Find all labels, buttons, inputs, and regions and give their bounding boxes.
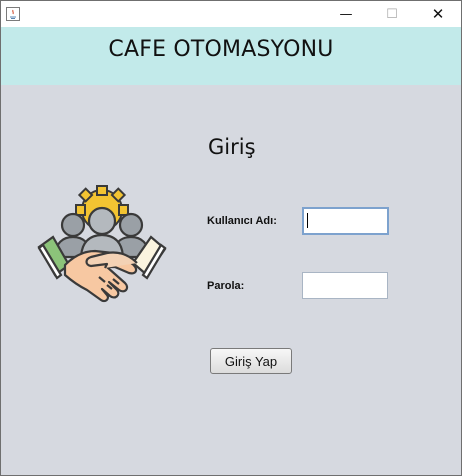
- app-window: — ☐ ✕ CAFE OTOMASYONU Giriş Kullanıcı Ad…: [0, 0, 462, 476]
- username-input[interactable]: [302, 207, 389, 235]
- password-label: Parola:: [207, 280, 245, 292]
- text-cursor: [307, 213, 308, 228]
- handshake-icon: [63, 249, 138, 303]
- login-button[interactable]: Giriş Yap: [210, 348, 292, 374]
- maximize-button[interactable]: ☐: [369, 1, 415, 27]
- title-bar[interactable]: — ☐ ✕: [1, 1, 461, 27]
- team-handshake-gear-icon: [37, 185, 167, 315]
- minimize-button[interactable]: —: [323, 1, 369, 27]
- minimize-icon: —: [339, 6, 353, 22]
- username-label: Kullanıcı Adı:: [207, 215, 277, 227]
- maximize-icon: ☐: [386, 6, 398, 22]
- app-title: CAFE OTOMASYONU: [108, 37, 334, 62]
- login-button-label: Giriş Yap: [224, 353, 278, 369]
- header-banner: CAFE OTOMASYONU: [1, 27, 461, 85]
- login-panel: Giriş Kullanıcı Adı: Parola: Giriş Yap: [1, 85, 461, 475]
- close-icon: ✕: [431, 5, 445, 23]
- java-app-icon: [6, 6, 20, 21]
- password-input[interactable]: [302, 272, 388, 299]
- close-button[interactable]: ✕: [415, 1, 461, 27]
- login-heading: Giriş: [208, 135, 256, 159]
